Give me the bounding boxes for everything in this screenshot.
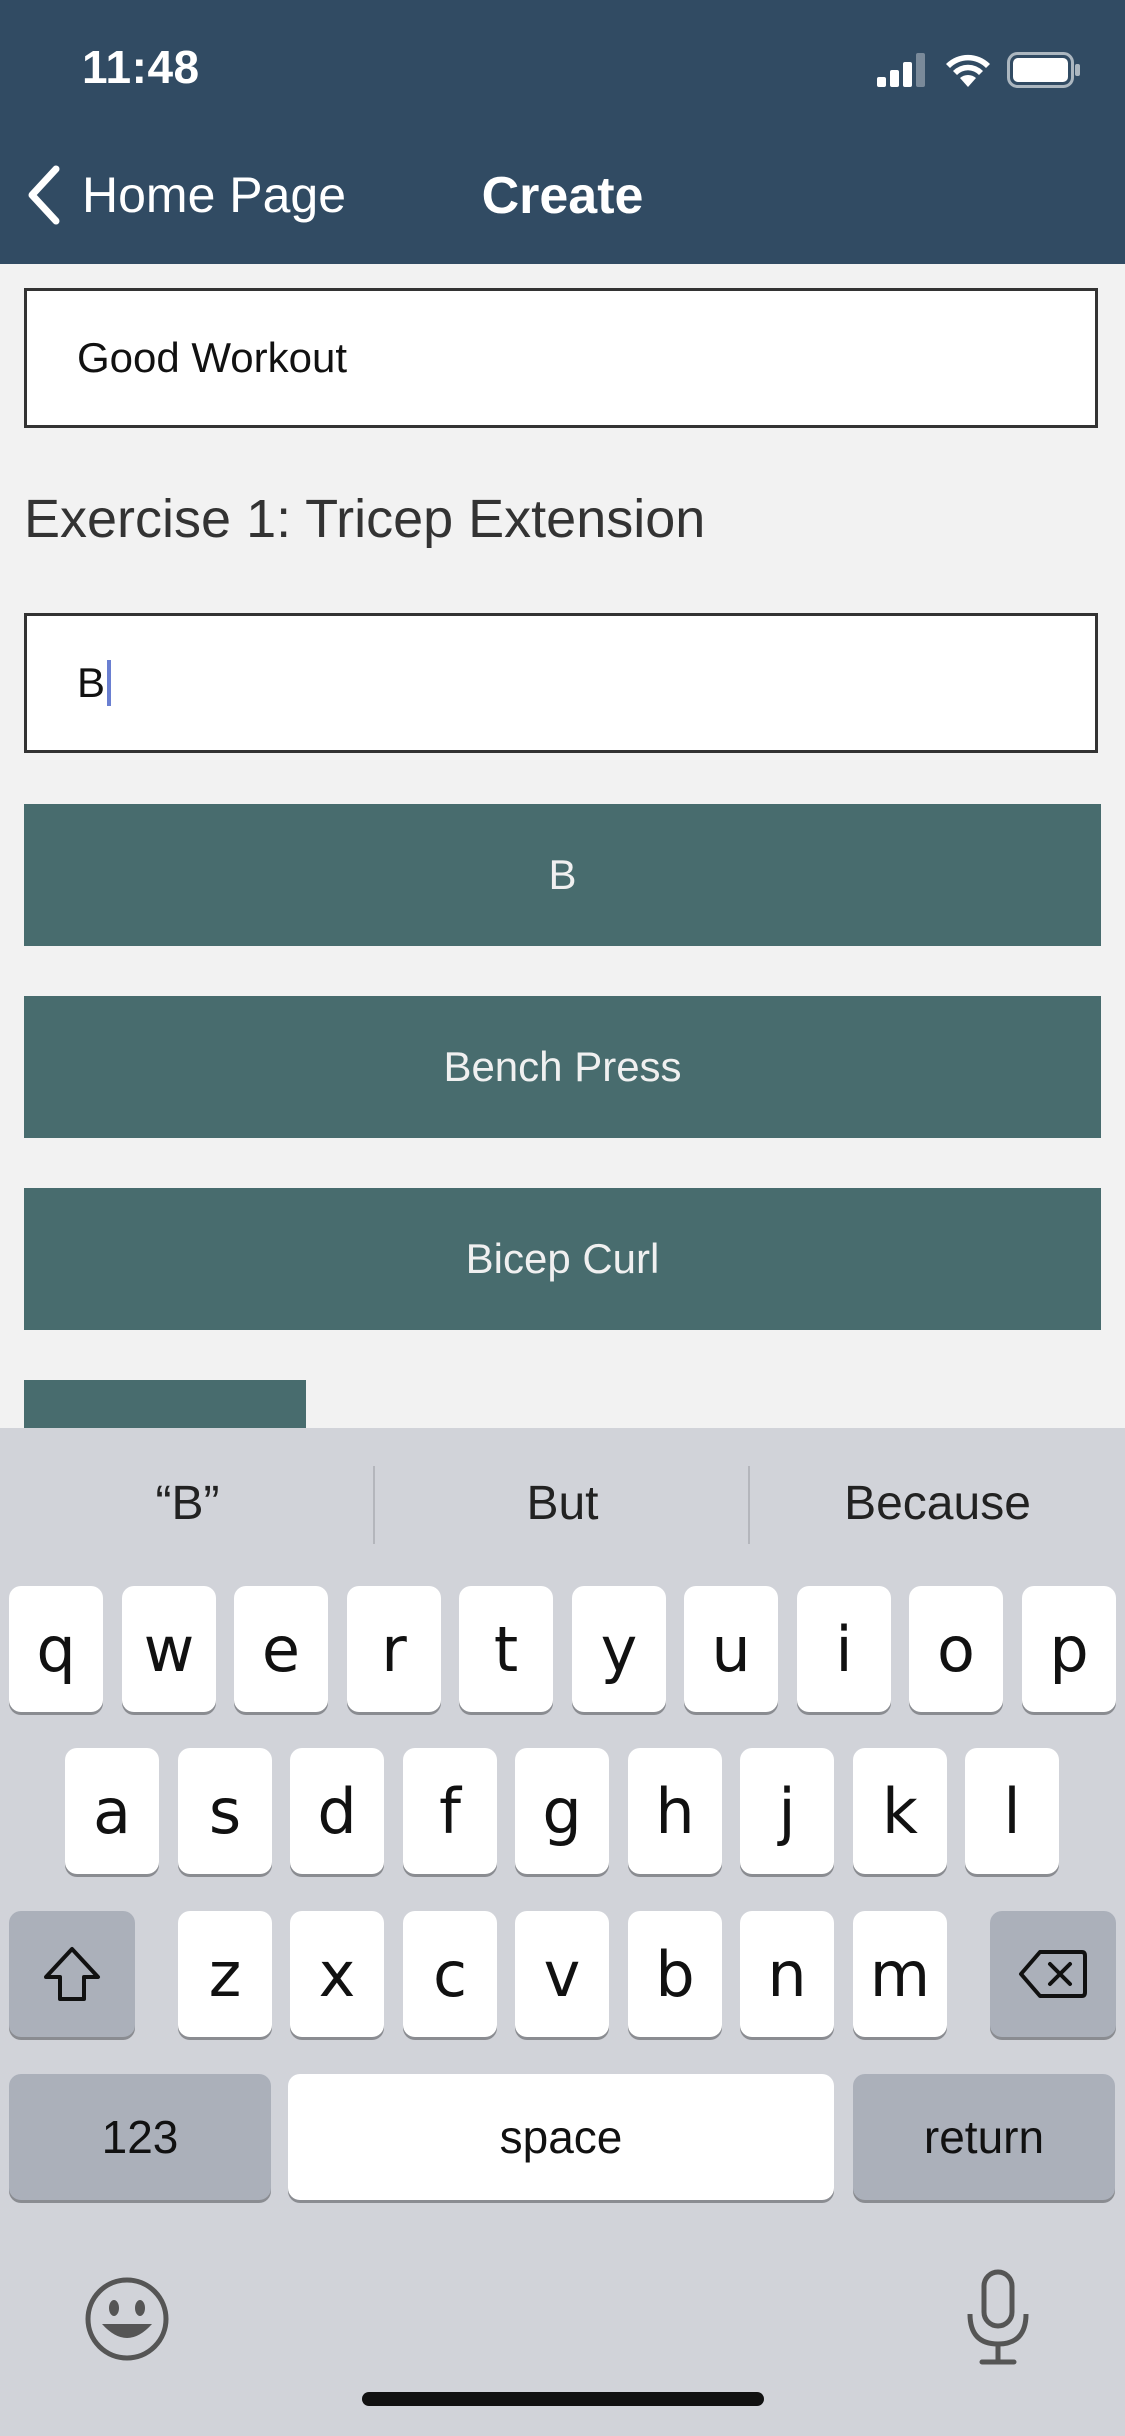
key-f[interactable]: f [403,1748,497,1874]
exercise-search-value: B [77,659,106,706]
predictive-suggestion[interactable]: But [375,1428,750,1578]
nav-header: 11:48 Home Page Create [0,0,1125,264]
key-g[interactable]: g [515,1748,609,1874]
return-key[interactable]: return [853,2074,1115,2200]
home-indicator[interactable] [362,2392,764,2406]
delete-key[interactable] [990,1911,1116,2037]
key-n[interactable]: n [740,1911,834,2037]
status-time: 11:48 [82,41,200,93]
key-p[interactable]: p [1022,1586,1116,1712]
space-key[interactable]: space [288,2074,834,2200]
predictive-suggestion[interactable]: “B” [0,1428,375,1578]
key-i[interactable]: i [797,1586,891,1712]
key-b[interactable]: b [628,1911,722,2037]
exercise-heading: Exercise 1: Tricep Extension [24,489,706,549]
key-k[interactable]: k [853,1748,947,1874]
workout-name-input[interactable]: Good Workout [24,288,1098,428]
emoji-button[interactable] [82,2274,172,2364]
key-d[interactable]: d [290,1748,384,1874]
microphone-icon [967,2269,1029,2365]
signal-icon [877,53,925,87]
predictive-suggestion[interactable]: Because [750,1428,1125,1578]
status-icons [877,50,1081,90]
microphone-button[interactable] [958,2268,1038,2368]
page-title: Create [481,167,644,225]
text-caret [107,660,112,706]
key-w[interactable]: w [122,1586,216,1712]
shift-key[interactable] [9,1911,135,2037]
key-z[interactable]: z [178,1911,272,2037]
key-m[interactable]: m [853,1911,947,2037]
predictive-bar: “B” But Because [0,1428,1125,1578]
key-y[interactable]: y [572,1586,666,1712]
key-j[interactable]: j [740,1748,834,1874]
emoji-icon [85,2277,169,2361]
suggestion-button[interactable]: Bench Press [24,996,1101,1138]
suggestion-button[interactable]: B [24,804,1101,946]
delete-icon [1019,1950,1087,1998]
key-t[interactable]: t [459,1586,553,1712]
key-c[interactable]: c [403,1911,497,2037]
key-e[interactable]: e [234,1586,328,1712]
workout-name-value: Good Workout [77,334,348,381]
key-q[interactable]: q [9,1586,103,1712]
key-a[interactable]: a [65,1748,159,1874]
key-s[interactable]: s [178,1748,272,1874]
shift-icon [44,1947,100,2001]
battery-icon [1007,52,1080,88]
key-o[interactable]: o [909,1586,1003,1712]
key-h[interactable]: h [628,1748,722,1874]
key-v[interactable]: v [515,1911,609,2037]
key-r[interactable]: r [347,1586,441,1712]
wifi-icon [946,54,990,87]
key-x[interactable]: x [290,1911,384,2037]
key-l[interactable]: l [965,1748,1059,1874]
key-u[interactable]: u [684,1586,778,1712]
suggestion-button[interactable]: Bicep Curl [24,1188,1101,1330]
numbers-key[interactable]: 123 [9,2074,271,2200]
keyboard: “B” But Because q w e r t y u i o p a s … [0,1428,1125,2436]
suggestion-button-partial[interactable] [24,1380,306,1430]
exercise-search-input[interactable]: B [24,613,1098,753]
